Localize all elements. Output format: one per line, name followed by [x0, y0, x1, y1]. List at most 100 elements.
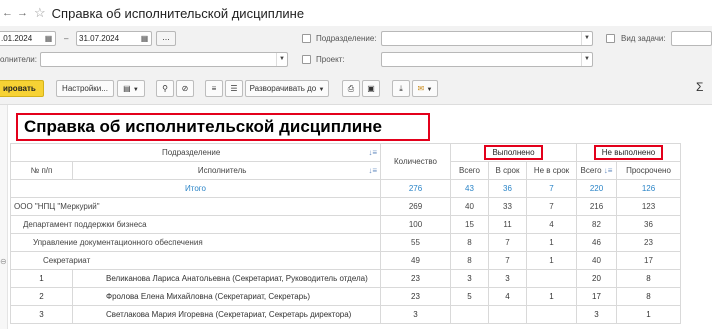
total-late: 7: [526, 179, 577, 198]
executors-field[interactable]: ▼: [40, 52, 288, 67]
table-row[interactable]: Департамент поддержки бизнеса 100 15 11 …: [10, 215, 681, 234]
expand-level-button[interactable]: ☰: [225, 80, 243, 97]
chevron-down-icon[interactable]: ▼: [581, 53, 592, 66]
task-type-checkbox[interactable]: [606, 34, 615, 43]
row-on-time: 11: [488, 215, 527, 234]
calendar-icon[interactable]: ▦: [43, 33, 54, 44]
row-overdue: 8: [616, 287, 681, 306]
row-executor: Фролова Елена Михайловна (Секретариат, С…: [72, 287, 381, 306]
done-header: Выполнено: [450, 143, 577, 162]
table-row[interactable]: 2 Фролова Елена Михайловна (Секретариат,…: [10, 287, 681, 306]
row-late: 1: [526, 251, 577, 270]
late-header[interactable]: Не в срок: [526, 161, 577, 180]
variant-menu-button[interactable]: ▤ ▼: [117, 80, 145, 97]
overdue-header[interactable]: Просрочено: [616, 161, 681, 180]
row-not-done: 3: [576, 305, 617, 324]
project-label: Проект:: [316, 55, 345, 64]
row-overdue: 123: [616, 197, 681, 216]
row-quantity: 49: [380, 251, 451, 270]
expand-to-label: Разворачивать до: [249, 84, 317, 93]
group-button[interactable]: ≡: [205, 80, 223, 97]
row-late: 4: [526, 215, 577, 234]
grouping-icon: ≡: [211, 84, 217, 93]
back-arrow-icon[interactable]: ←: [2, 7, 13, 19]
executor-header[interactable]: Исполнитель ↓≡: [72, 161, 381, 180]
expand-to-button[interactable]: Разворачивать до ▼: [245, 80, 329, 97]
row-overdue: 17: [616, 251, 681, 270]
total-overdue: 126: [616, 179, 681, 198]
project-checkbox[interactable]: [302, 55, 311, 64]
generate-button[interactable]: ировать: [0, 80, 44, 97]
report-title-box: Справка об исполнительской дисциплине: [16, 113, 430, 141]
task-type-field[interactable]: [671, 31, 712, 46]
print-preview-button[interactable]: ▣: [362, 80, 380, 97]
row-late: 1: [526, 287, 577, 306]
task-type-label: Вид задачи:: [621, 34, 666, 43]
table-row[interactable]: ООО "НПЦ "Меркурий" 269 40 33 7 216 123: [10, 197, 681, 216]
row-not-done: 82: [576, 215, 617, 234]
print-button[interactable]: ⎙: [342, 80, 360, 97]
not-done-total-header[interactable]: Всего ↓≡: [576, 161, 617, 180]
save-button[interactable]: ⤓: [392, 80, 410, 97]
forward-arrow-icon[interactable]: →: [17, 7, 28, 19]
sort-desc-icon[interactable]: ↓≡: [604, 166, 613, 175]
row-done: 15: [450, 215, 489, 234]
page-title: Справка об исполнительской дисциплине: [51, 5, 305, 21]
sum-icon[interactable]: Σ: [696, 80, 703, 94]
row-not-done: 216: [576, 197, 617, 216]
row-quantity: 23: [380, 269, 451, 288]
date-from-field[interactable]: .01.2024 ▦: [0, 31, 56, 46]
favorite-star-icon[interactable]: ☆: [34, 5, 46, 21]
on-time-header[interactable]: В срок: [488, 161, 527, 180]
sort-icon[interactable]: ↓≡: [368, 166, 377, 175]
search-icon: ⚲: [162, 84, 168, 93]
table-row[interactable]: Секретариат 49 8 7 1 40 17: [10, 251, 681, 270]
header-row-1: Подразделение ↓≡ Количество Выполнено Не…: [10, 143, 681, 180]
period-select-button[interactable]: ...: [156, 31, 176, 46]
chevron-down-icon[interactable]: ▼: [276, 53, 287, 66]
group-gutter: [0, 105, 8, 329]
row-quantity: 55: [380, 233, 451, 252]
total-not-done: 220: [576, 179, 617, 198]
total-on-time: 36: [488, 179, 527, 198]
not-done-header: Не выполнено: [576, 143, 681, 162]
row-quantity: 3: [380, 305, 451, 324]
division-field[interactable]: ▼: [381, 31, 593, 46]
not-done-header-label: Не выполнено: [593, 145, 664, 160]
row-quantity: 100: [380, 215, 451, 234]
total-done: 43: [450, 179, 489, 198]
quantity-header[interactable]: Количество: [380, 143, 451, 180]
date-to-field[interactable]: 31.07.2024 ▦: [76, 31, 152, 46]
collapse-group-icon[interactable]: ⊖: [0, 257, 7, 266]
done-total-header[interactable]: Всего: [450, 161, 489, 180]
print-preview-icon: ▣: [367, 84, 375, 93]
report-table: Подразделение ↓≡ Количество Выполнено Не…: [10, 143, 681, 324]
date-to-value: 31.07.2024: [79, 34, 120, 43]
division-header[interactable]: Подразделение ↓≡: [10, 143, 381, 162]
table-row[interactable]: 1 Великанова Лариса Анатольевна (Секрета…: [10, 269, 681, 288]
row-done: 8: [450, 251, 489, 270]
division-label: Подразделение:: [316, 34, 377, 43]
settings-button[interactable]: Настройки...: [56, 80, 114, 97]
send-email-button[interactable]: ✉ ▼: [412, 80, 438, 97]
download-icon: ⤓: [399, 84, 403, 93]
sort-icon[interactable]: ↓≡: [368, 148, 377, 157]
cancel-search-button[interactable]: ⊘: [176, 80, 194, 97]
row-on-time: [488, 305, 527, 324]
num-header[interactable]: № п/п: [10, 161, 73, 180]
row-overdue: 8: [616, 269, 681, 288]
calendar-icon[interactable]: ▦: [139, 33, 150, 44]
chevron-down-icon[interactable]: ▼: [581, 32, 592, 45]
row-done: 8: [450, 233, 489, 252]
row-on-time: 4: [488, 287, 527, 306]
search-button[interactable]: ⚲: [156, 80, 174, 97]
row-quantity: 269: [380, 197, 451, 216]
row-on-time: 7: [488, 233, 527, 252]
project-field[interactable]: ▼: [381, 52, 593, 67]
row-late: [526, 269, 577, 288]
division-checkbox[interactable]: [302, 34, 311, 43]
table-row[interactable]: 3 Светлакова Мария Игоревна (Секретариат…: [10, 305, 681, 324]
table-row[interactable]: Управление документационного обеспечения…: [10, 233, 681, 252]
row-executor: Великанова Лариса Анатольевна (Секретари…: [72, 269, 381, 288]
division-header-label: Подразделение: [162, 148, 221, 157]
